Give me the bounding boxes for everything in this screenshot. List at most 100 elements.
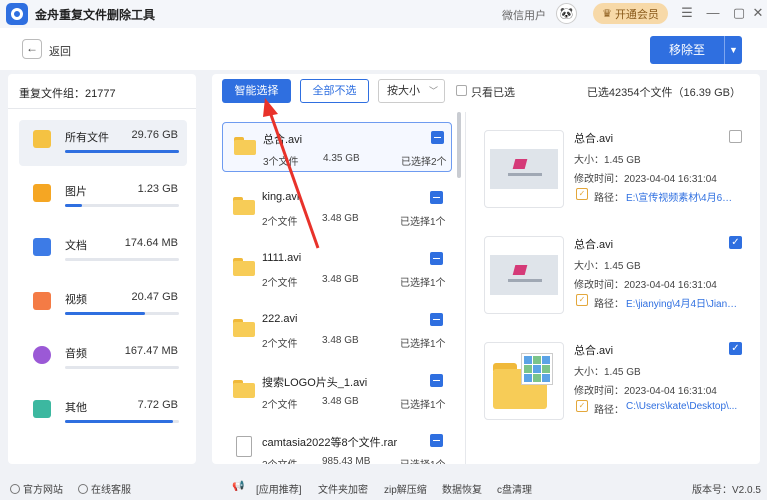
- folder-icon: [233, 319, 255, 337]
- file-group-item[interactable]: 222.avi 2个文件 3.48 GB 已选择1个: [222, 305, 452, 355]
- official-site-link[interactable]: 官方网站: [10, 481, 63, 496]
- minimize-button[interactable]: —: [704, 4, 722, 22]
- file-list-scrollbar[interactable]: [457, 112, 461, 178]
- sidebar-item-other[interactable]: 其他 7.72 GB: [19, 390, 187, 436]
- category-name: 其他: [65, 402, 87, 414]
- file-selected-count: 已选择1个: [400, 217, 446, 228]
- back-button[interactable]: ←: [22, 39, 42, 59]
- file-group-item[interactable]: king.avi 2个文件 3.48 GB 已选择1个: [222, 183, 452, 233]
- duplicate-file-card[interactable]: 总合.avi 大小：1.45 GB 修改时间：2023-04-04 16:31:…: [474, 126, 744, 226]
- file-size: 3.48 GB: [322, 335, 359, 346]
- partial-select-checkbox[interactable]: [430, 252, 443, 265]
- file-group-item[interactable]: camtasia2022等8个文件.rar 2个文件 985.43 MB 已选择…: [222, 426, 452, 464]
- category-size: 1.23 GB: [137, 183, 178, 195]
- partial-select-checkbox[interactable]: [430, 434, 443, 447]
- partial-select-checkbox[interactable]: [430, 313, 443, 326]
- sidebar-item-videos[interactable]: 视频 20.47 GB: [19, 282, 187, 328]
- folder-icon: [234, 137, 256, 155]
- deselect-all-button[interactable]: 全部不选: [300, 79, 369, 103]
- sort-dropdown[interactable]: 按大小 ﹀: [378, 79, 445, 103]
- toolbar: ← 返回 移除至 ▼: [0, 28, 767, 70]
- file-path-link[interactable]: E:\jianying\4月4日\Jiany...: [626, 295, 739, 310]
- category-progress: [65, 150, 179, 153]
- file-selected-count: 已选择1个: [400, 456, 446, 464]
- file-name: 搜索LOGO片头_1.avi: [262, 377, 368, 389]
- folder-encrypt-link[interactable]: 文件夹加密: [318, 481, 368, 496]
- path-label: 路径：: [594, 299, 624, 310]
- smart-select-button[interactable]: 智能选择: [222, 79, 291, 103]
- close-button[interactable]: ✕: [749, 4, 767, 22]
- category-name: 视频: [65, 294, 87, 306]
- data-recovery-link[interactable]: 数据恢复: [442, 481, 482, 496]
- file-group-item[interactable]: 1111.avi 2个文件 3.48 GB 已选择1个: [222, 244, 452, 294]
- sidebar-item-audio[interactable]: 音频 167.47 MB: [19, 336, 187, 382]
- file-selected-count: 已选择1个: [400, 400, 446, 411]
- zip-extract-link[interactable]: zip解压缩: [384, 481, 427, 496]
- file-select-checkbox[interactable]: ✓: [729, 236, 742, 249]
- file-path-link[interactable]: E:\宣传视频素材\4月6日...: [626, 189, 739, 204]
- chevron-down-icon[interactable]: ▼: [724, 36, 742, 64]
- duplicate-group-count: 重复文件组：21777: [19, 88, 116, 100]
- path-label: 路径：: [594, 193, 624, 204]
- file-name: king.avi: [262, 191, 300, 203]
- vip-button[interactable]: ♛ 开通会员: [593, 3, 668, 24]
- check-mark-icon: ✓: [576, 188, 588, 200]
- move-to-button[interactable]: 移除至 ▼: [650, 36, 742, 64]
- file-group-item[interactable]: 总合.avi 3个文件 4.35 GB 已选择2个: [222, 122, 452, 172]
- only-selected-label[interactable]: 只看已选: [471, 84, 515, 100]
- partial-select-checkbox[interactable]: [430, 191, 443, 204]
- app-title: 金舟重复文件删除工具: [35, 7, 156, 22]
- file-size: 大小：1.45 GB: [574, 155, 641, 166]
- video-thumbnail: [484, 130, 564, 208]
- folder-icon: [233, 197, 255, 215]
- partial-select-checkbox[interactable]: [430, 374, 443, 387]
- category-size: 20.47 GB: [131, 291, 178, 303]
- home-icon: [10, 484, 20, 494]
- file-group-item[interactable]: 搜索LOGO片头_1.avi 2个文件 3.48 GB 已选择1个: [222, 366, 452, 416]
- music-icon: [33, 346, 51, 364]
- sidebar-item-all-files[interactable]: 所有文件 29.76 GB: [19, 120, 187, 166]
- sidebar-item-documents[interactable]: 文档 174.64 MB: [19, 228, 187, 274]
- file-name: camtasia2022等8个文件.rar: [262, 437, 398, 449]
- folder-icon: [33, 130, 51, 148]
- document-icon: [236, 436, 252, 457]
- maximize-button[interactable]: ▢: [730, 4, 748, 22]
- selected-summary: 已选42354个文件（16.39 GB）: [586, 87, 741, 99]
- duplicate-file-card[interactable]: 总合.avi 大小：1.45 GB 修改时间：2023-04-04 16:31:…: [474, 232, 744, 332]
- user-avatar[interactable]: 🐼: [556, 3, 577, 24]
- duplicate-file-card[interactable]: 总合.avi 大小：1.45 GB 修改时间：2023-04-04 16:31:…: [474, 338, 744, 438]
- user-name[interactable]: 微信用户: [502, 7, 546, 23]
- check-mark-icon: ✓: [576, 400, 588, 412]
- sort-value: 按大小: [387, 85, 420, 97]
- menu-button[interactable]: ☰: [678, 4, 696, 22]
- partial-select-checkbox[interactable]: [431, 131, 444, 144]
- file-count: 2个文件: [262, 456, 298, 464]
- file-selected-count: 已选择2个: [401, 157, 447, 168]
- vip-label: 开通会员: [614, 8, 659, 21]
- file-selected-count: 已选择1个: [400, 339, 446, 350]
- file-size: 4.35 GB: [323, 153, 360, 164]
- move-to-label: 移除至: [668, 43, 705, 57]
- file-selected-count: 已选择1个: [400, 278, 446, 289]
- file-name: 1111.avi: [262, 252, 302, 264]
- file-count: 3个文件: [263, 157, 299, 168]
- document-icon: [33, 238, 51, 256]
- c-drive-clean-link[interactable]: c盘清理: [497, 481, 532, 496]
- grid-icon: [33, 400, 51, 418]
- modified-time: 修改时间：2023-04-04 16:31:04: [574, 174, 717, 185]
- file-path-link[interactable]: C:\Users\kate\Desktop\...: [626, 401, 739, 412]
- file-count: 2个文件: [262, 339, 298, 350]
- version-label: 版本号：V2.0.5: [692, 485, 761, 496]
- crown-icon: ♛: [602, 8, 612, 20]
- category-name: 文档: [65, 240, 87, 252]
- sidebar-item-images[interactable]: 图片 1.23 GB: [19, 174, 187, 220]
- file-select-checkbox[interactable]: [729, 130, 742, 143]
- only-selected-checkbox[interactable]: [456, 85, 467, 96]
- back-label[interactable]: 返回: [49, 43, 71, 59]
- file-select-checkbox[interactable]: ✓: [729, 342, 742, 355]
- app-logo-icon: [6, 3, 28, 25]
- video-thumbnail: [484, 236, 564, 314]
- online-service-link[interactable]: 在线客服: [78, 481, 131, 496]
- folder-icon: [233, 380, 255, 398]
- category-progress: [65, 204, 179, 207]
